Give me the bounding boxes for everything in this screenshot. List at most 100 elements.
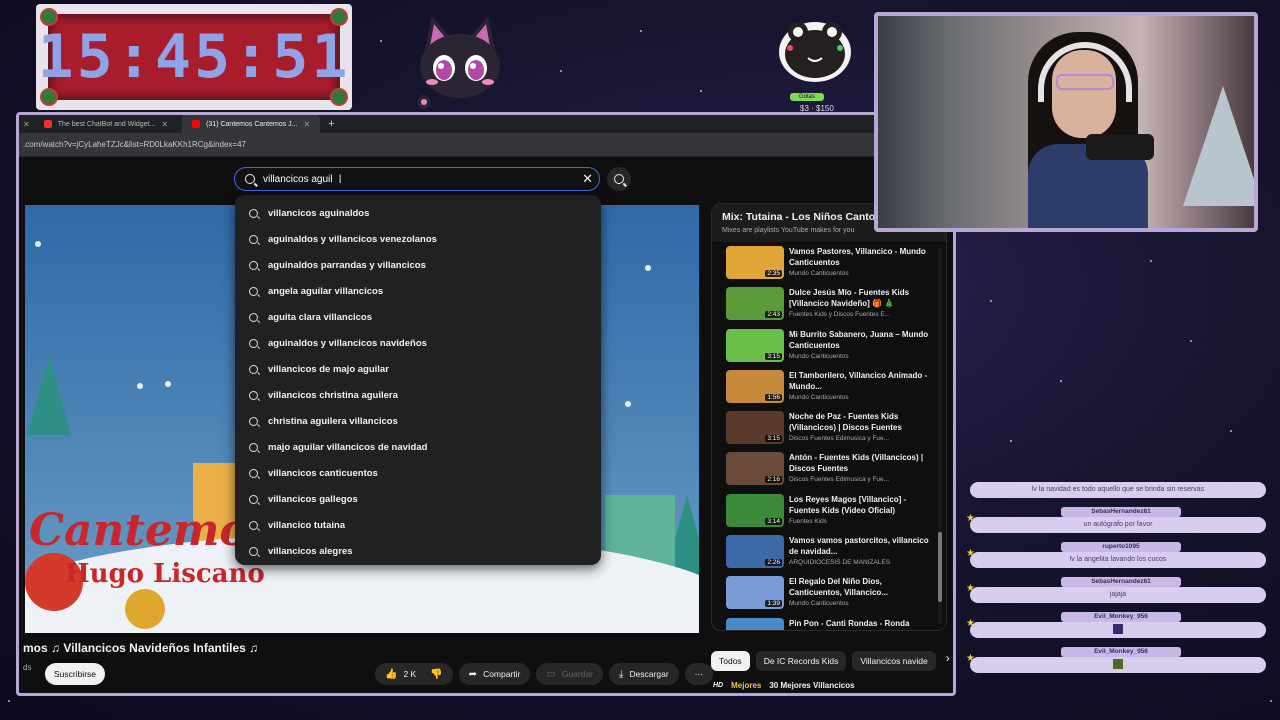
browser-window: ✕ The best ChatBot and Widget... ✕ (31) …	[16, 112, 956, 696]
video-thumbnail[interactable]: 3:15	[726, 328, 784, 362]
tab-strip: ✕ The best ChatBot and Widget... ✕ (31) …	[19, 115, 953, 133]
chat-text: lv la navidad es todo aquello que se bri…	[970, 482, 1266, 498]
subscribe-button[interactable]: Suscribirse	[45, 663, 105, 685]
suggestion-item[interactable]: villancico tutaina	[235, 512, 601, 538]
video-thumbnail[interactable]: 1:56	[726, 369, 784, 403]
playlist-item-title: El Tamborilero, Villancico Animado - Mun…	[789, 370, 928, 391]
video-thumbnail[interactable]: 2:43	[726, 287, 784, 321]
suggestion-item[interactable]: aguita clara villancicos	[235, 304, 601, 330]
share-button[interactable]: ➦ Compartir	[458, 663, 531, 685]
playlist-item[interactable]: 1:39 El Regalo Del Niño Dios, Canticuento…	[726, 576, 946, 617]
chip-todos[interactable]: Todos	[711, 651, 750, 671]
save-button[interactable]: ▭ Guardar	[536, 663, 604, 685]
tree-icon	[27, 355, 71, 435]
clear-search-button[interactable]: ✕	[582, 171, 593, 187]
suggestion-item[interactable]: aguinaldos y villancicos venezolanos	[235, 226, 601, 252]
search-icon	[249, 442, 258, 452]
tab-chatbot[interactable]: The best ChatBot and Widget... ✕	[34, 115, 178, 133]
countdown-clock: 15:45:51	[36, 4, 352, 110]
search-icon	[249, 416, 258, 426]
suggestion-item[interactable]: aguinaldos parrandas y villancicos	[235, 252, 601, 278]
playlist-item-meta: Antón - Fuentes Kids (Villancicos) | Dis…	[789, 452, 929, 493]
video-thumbnail[interactable]	[726, 617, 784, 630]
suggestion-item[interactable]: villancicos alegres	[235, 538, 601, 564]
search-icon	[249, 364, 258, 374]
playlist-item-meta: Los Reyes Magos [Villancico] - Fuentes K…	[789, 494, 929, 535]
video-overlay-title: Cantemo	[29, 505, 249, 556]
playlist-item[interactable]: 2:35 Vamos Pastores, Villancico - Mundo C…	[726, 246, 946, 287]
star-icon: ★	[966, 513, 975, 524]
chat-username: ruperto1095	[1061, 542, 1181, 552]
save-icon: ▭	[546, 668, 556, 680]
playlist-item-channel: Discos Fuentes Edimusica y Fue...	[789, 435, 890, 443]
playlist-item-title: Mi Burrito Sabanero, Juana – Mundo Canti…	[789, 329, 929, 350]
ornament-icon	[125, 589, 165, 629]
tab-youtube[interactable]: (31) Cantemos Cantemos J... ✕	[182, 115, 321, 133]
video-thumbnail[interactable]: 3:15	[726, 411, 784, 445]
thumbs-down-icon[interactable]: 👎	[430, 669, 442, 680]
playlist-item-title: Dulce Jesús Mío - Fuentes Kids [Villanci…	[789, 288, 910, 309]
suggestion-item[interactable]: majo aguilar villancicos de navidad	[235, 434, 601, 460]
search-icon	[249, 208, 258, 218]
close-tab-icon[interactable]: ✕	[304, 120, 311, 129]
playlist-item[interactable]: 2:43 Dulce Jesús Mío - Fuentes Kids [Vill…	[726, 287, 946, 328]
holly-icon	[330, 8, 348, 26]
playlist-item-meta: Mi Burrito Sabanero, Juana – Mundo Canti…	[789, 329, 929, 370]
chip-villancicos[interactable]: Villancicos navide	[852, 651, 936, 671]
more-actions-button[interactable]: ⋯	[684, 663, 714, 685]
playlist-item[interactable]: 2:26 Vamos vamos pastorcitos, villancico …	[726, 535, 946, 576]
address-bar[interactable]: .com/watch?v=jCyLaheTZJc&list=RD0LkaKKh1…	[19, 133, 953, 157]
new-tab-button[interactable]: +	[328, 118, 334, 130]
duration-badge: 2:26	[765, 559, 782, 567]
playlist-item[interactable]: 1:56 El Tamborilero, Villancico Animado -…	[726, 369, 946, 411]
duration-badge: 2:43	[765, 311, 782, 319]
close-tab-icon[interactable]: ✕	[161, 120, 168, 129]
channel-name[interactable]: ds	[23, 663, 31, 672]
favicon-icon	[43, 120, 52, 128]
suggestion-item[interactable]: angela aguilar villancicos	[235, 278, 601, 304]
close-icon[interactable]: ✕	[23, 120, 30, 129]
youtube-header: villancicos aguil I ✕	[19, 161, 953, 199]
video-thumbnail[interactable]: 2:26	[726, 535, 784, 569]
text-cursor-icon: I	[338, 172, 342, 186]
related-video-row[interactable]: HD Mejores 30 Mejores Villancicos	[713, 681, 855, 690]
hd-badge: HD	[713, 682, 724, 689]
playlist-item[interactable]: 2:16 Antón - Fuentes Kids (Villancicos) |…	[726, 452, 946, 493]
download-button[interactable]: ⤓ Descargar	[609, 663, 679, 685]
tab-label: The best ChatBot and Widget...	[57, 120, 156, 128]
suggestion-item[interactable]: villancicos christina aguilera	[235, 382, 601, 408]
suggestion-item[interactable]: villancicos gallegos	[235, 486, 601, 512]
suggestion-item[interactable]: villancicos de majo aguilar	[235, 356, 601, 382]
duration-badge: 1:56	[765, 393, 782, 401]
search-button[interactable]	[607, 167, 631, 191]
star-icon: ★	[966, 548, 975, 559]
playlist-item[interactable]: 3:15 Mi Burrito Sabanero, Juana – Mundo C…	[726, 328, 946, 370]
duration-badge: 3:15	[765, 435, 782, 443]
like-button[interactable]: 👍 2 K 👎	[375, 663, 453, 685]
suggestion-item[interactable]: aguinaldos y villancicos navideños	[235, 330, 601, 356]
search-icon	[249, 494, 258, 504]
suggestion-item[interactable]: villancicos canticuentos	[235, 460, 601, 486]
video-thumbnail[interactable]: 1:39	[726, 576, 784, 610]
playlist-item-meta: Dulce Jesús Mío - Fuentes Kids [Villanci…	[789, 287, 929, 328]
playlist-scrollbar[interactable]	[938, 248, 942, 624]
mix-playlist: Mix: Tutaina - Los Niños Canto Mixes are…	[711, 203, 947, 631]
video-thumbnail[interactable]: 2:35	[726, 246, 784, 279]
cat-mascot-icon	[417, 16, 500, 109]
chevron-right-icon[interactable]: ›	[946, 651, 950, 671]
chat-text: jajaja	[970, 587, 1266, 603]
playlist-item[interactable]: Pin Pon - Canti Rondas - Ronda	[726, 617, 946, 630]
playlist-item[interactable]: 3:15 Noche de Paz - Fuentes Kids (Villanc…	[726, 411, 946, 452]
chip-ic-records[interactable]: De IC Records Kids	[755, 651, 847, 671]
suggestion-item[interactable]: christina aguilera villancicos	[235, 408, 601, 434]
url-text: .com/watch?v=jCyLaheTZJc&list=RD0LkaKKh1…	[23, 140, 246, 149]
star-icon: ★	[966, 653, 975, 664]
search-icon	[249, 286, 258, 296]
suggestion-item[interactable]: villancicos aguinaldos	[235, 200, 601, 226]
microphone-icon	[1086, 134, 1154, 160]
playlist-item[interactable]: 3:14 Los Reyes Magos [Villancico] - Fuent…	[726, 493, 946, 535]
video-thumbnail[interactable]: 3:14	[726, 493, 784, 527]
search-input[interactable]: villancicos aguil I ✕	[234, 167, 600, 191]
video-thumbnail[interactable]: 2:16	[726, 452, 784, 486]
holly-icon	[40, 88, 58, 106]
